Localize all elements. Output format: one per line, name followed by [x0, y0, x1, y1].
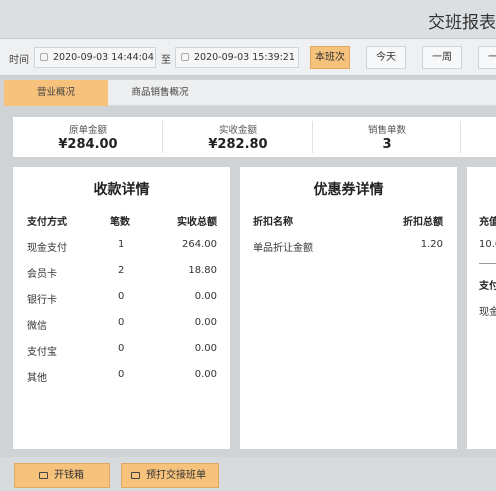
payment-total: 18.80 — [188, 265, 217, 276]
payment-method: 现金支付 — [27, 243, 67, 254]
column-header: 折扣名称 — [253, 217, 293, 228]
tab-product-sales-overview[interactable]: 商品销售概况 — [108, 80, 212, 106]
start-datetime-field[interactable]: 2020-09-03 14:44:04 — [34, 47, 156, 68]
column-header: 笔数 — [110, 217, 130, 228]
payment-total: 0.00 — [194, 343, 217, 354]
column-header: 充值 — [479, 217, 496, 228]
divider — [460, 121, 461, 153]
payment-total: 264.00 — [182, 239, 217, 250]
print-preview-handover-label: 预打交接班单 — [146, 470, 206, 481]
summary-label: 实收金额 — [218, 125, 257, 136]
to-label: 至 — [161, 55, 171, 66]
payment-method: 银行卡 — [27, 295, 57, 306]
column-header: 折扣总额 — [403, 217, 443, 228]
summary-order-count: 销售单数 3 — [312, 117, 462, 157]
payment-total: 0.00 — [194, 317, 217, 328]
filter-bar: 时间 2020-09-03 14:44:04 至 2020-09-03 15:3… — [0, 38, 496, 76]
current-shift-button[interactable]: 本班次 — [310, 46, 350, 69]
column-header: 支付方式 — [27, 217, 67, 228]
footer-bar: 开钱箱 预打交接班单 — [0, 457, 496, 491]
payment-count: 0 — [118, 343, 125, 354]
discount-total: 1.20 — [420, 239, 443, 250]
summary-panel: 原单金额 ¥284.00 实收金额 ¥282.80 销售单数 3 — [13, 117, 496, 157]
payment-total: 0.00 — [194, 291, 217, 302]
payment-count: 0 — [118, 291, 125, 302]
summary-value: ¥282.80 — [208, 137, 268, 152]
month-button[interactable]: 一 — [478, 46, 496, 69]
recharge-details-card: 充值 10.0 支付 现金 — [467, 167, 496, 449]
payment-details-title: 收款详情 — [93, 182, 150, 198]
coupon-details-card: 优惠券详情 折扣名称 折扣总额 单品折让金额 1.20 — [240, 167, 457, 449]
time-label: 时间 — [9, 55, 29, 66]
title-bar: 交班报表 — [0, 0, 496, 38]
printer-icon — [131, 472, 140, 479]
calendar-icon — [181, 53, 189, 61]
payment-count: 1 — [118, 239, 125, 250]
column-header: 支付 — [479, 281, 496, 292]
payment-method: 其他 — [27, 373, 47, 384]
print-preview-handover-button[interactable]: 预打交接班单 — [121, 463, 219, 488]
divider — [479, 263, 496, 264]
recharge-value: 10.0 — [479, 239, 496, 250]
payment-total: 0.00 — [194, 369, 217, 380]
summary-original-amount: 原单金额 ¥284.00 — [13, 117, 163, 157]
tab-business-overview[interactable]: 营业概况 — [4, 80, 108, 106]
discount-name: 单品折让金额 — [253, 243, 313, 254]
column-header: 实收总额 — [177, 217, 217, 228]
payment-method: 会员卡 — [27, 269, 57, 280]
start-datetime-value: 2020-09-03 14:44:04 — [53, 52, 154, 63]
end-datetime-value: 2020-09-03 15:39:21 — [194, 52, 295, 63]
payment-method: 支付宝 — [27, 347, 57, 358]
week-button[interactable]: 一周 — [422, 46, 462, 69]
summary-value: 3 — [382, 137, 392, 152]
coupon-details-title: 优惠券详情 — [313, 182, 384, 198]
summary-label: 原单金额 — [68, 125, 107, 136]
end-datetime-field[interactable]: 2020-09-03 15:39:21 — [175, 47, 299, 68]
summary-label: 销售单数 — [367, 125, 406, 136]
payment-count: 2 — [118, 265, 125, 276]
summary-received-amount: 实收金额 ¥282.80 — [163, 117, 313, 157]
payment-method: 微信 — [27, 321, 47, 332]
payment-details-card: 收款详情 支付方式 笔数 实收总额 现金支付 1 264.00 会员卡 2 18… — [13, 167, 230, 449]
calendar-icon — [40, 53, 48, 61]
cash-drawer-icon — [39, 472, 48, 479]
tab-bar: 营业概况 商品销售概况 — [4, 80, 496, 106]
payment-count: 0 — [118, 369, 125, 380]
payment-method: 现金 — [479, 307, 496, 318]
open-cash-drawer-label: 开钱箱 — [54, 470, 84, 481]
today-button[interactable]: 今天 — [366, 46, 406, 69]
payment-count: 0 — [118, 317, 125, 328]
window-title: 交班报表 — [428, 13, 496, 33]
open-cash-drawer-button[interactable]: 开钱箱 — [14, 463, 110, 488]
summary-value: ¥284.00 — [58, 137, 118, 152]
